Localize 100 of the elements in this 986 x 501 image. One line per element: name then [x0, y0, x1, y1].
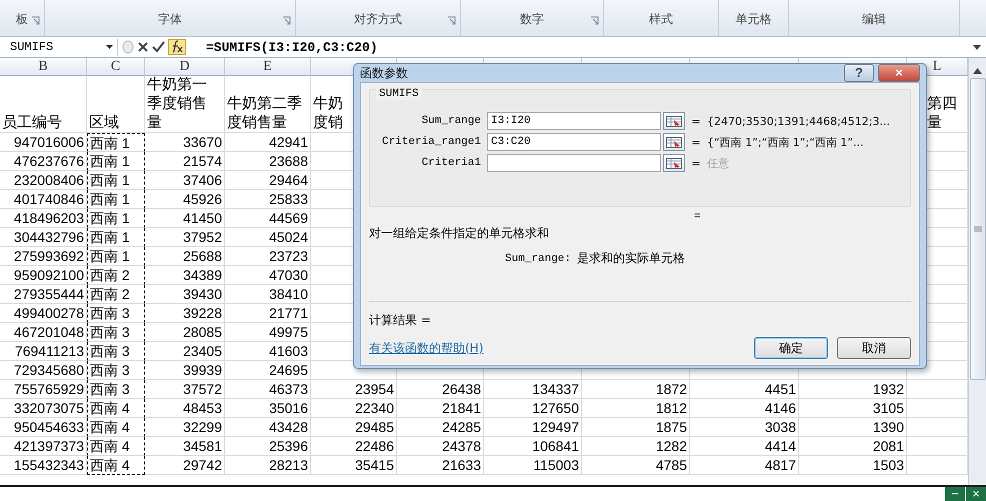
table-cell: 39430 [145, 285, 225, 304]
table-cell: 959092100 [0, 266, 87, 285]
argument-name: Sum_range: [505, 252, 572, 264]
dialog-launcher-icon[interactable] [31, 16, 40, 25]
table-cell: 332073075 [0, 399, 87, 418]
group-label: 数字 [520, 11, 544, 28]
table-cell: 西南 1 [87, 228, 145, 247]
argument-field[interactable]: C3:C20 [487, 133, 661, 151]
table-cell: 275993692 [0, 247, 87, 266]
table-cell: 134337 [484, 380, 582, 399]
table-cell: 37952 [145, 228, 225, 247]
close-button[interactable]: × [966, 487, 986, 501]
collapse-dialog-button[interactable] [663, 154, 685, 172]
table-cell: 115003 [484, 456, 582, 475]
argument-field[interactable] [487, 154, 661, 172]
table-cell: 西南 3 [87, 304, 145, 323]
table-cell: 49975 [225, 323, 311, 342]
dialog-launcher-icon[interactable] [590, 16, 599, 25]
equals-sign: = [690, 114, 702, 128]
dialog-launcher-icon[interactable] [447, 16, 456, 25]
table-cell: 401740846 [0, 190, 87, 209]
table-cell: 43428 [225, 418, 311, 437]
table-cell: 牛奶第二季 度销售量 [225, 76, 311, 133]
column-header[interactable]: B [0, 58, 87, 76]
scroll-thumb[interactable] [970, 78, 986, 380]
function-description: 对一组给定条件指定的单元格求和 [369, 225, 550, 242]
table-cell: 41603 [225, 342, 311, 361]
result-label: 计算结果 = [369, 312, 432, 329]
table-cell: 45926 [145, 190, 225, 209]
table-cell: 32299 [145, 418, 225, 437]
column-header[interactable]: D [145, 58, 225, 76]
table-cell: 西南 1 [87, 152, 145, 171]
column-header[interactable]: C [87, 58, 145, 76]
table-cell: 西南 3 [87, 323, 145, 342]
table-cell: 4817 [690, 456, 799, 475]
cancel-button[interactable]: 取消 [837, 337, 911, 359]
argument-result: {2470;3530;1391;4468;4512;3... [707, 114, 890, 128]
help-link[interactable]: 有关该函数的帮助(H) [369, 340, 484, 356]
name-box[interactable]: SUMIFS [0, 38, 118, 56]
table-cell: 21633 [397, 456, 484, 475]
table-cell: 24378 [397, 437, 484, 456]
table-cell: 西南 4 [87, 399, 145, 418]
table-cell: 西南 3 [87, 361, 145, 380]
vertical-scrollbar[interactable] [968, 58, 986, 485]
table-cell: 西南 4 [87, 418, 145, 437]
table-cell: 29464 [225, 171, 311, 190]
minimize-button[interactable]: − [945, 487, 965, 501]
insert-function-icon[interactable] [168, 39, 186, 55]
help-button[interactable]: ? [844, 64, 874, 82]
table-cell: 29485 [311, 418, 397, 437]
argument-label: Sum_range [420, 115, 482, 127]
table-cell: 34389 [145, 266, 225, 285]
table-cell: 769411213 [0, 342, 87, 361]
group-label: 编辑 [862, 11, 886, 28]
resize-handle-icon[interactable] [122, 40, 134, 54]
column-header[interactable]: E [225, 58, 311, 76]
cancel-icon[interactable] [137, 41, 149, 53]
table-cell: 418496203 [0, 209, 87, 228]
ok-button[interactable]: 确定 [754, 337, 828, 359]
expand-caret-icon[interactable] [973, 44, 981, 50]
table-cell: 24695 [225, 361, 311, 380]
formula-result: = [694, 211, 701, 223]
dropdown-caret-icon[interactable] [106, 45, 113, 49]
table-cell: 西南 2 [87, 266, 145, 285]
collapse-dialog-button[interactable] [663, 112, 685, 130]
table-cell: 44569 [225, 209, 311, 228]
formula-field[interactable]: =SUMIFS(I3:I20,C3:C20) [200, 40, 973, 54]
table-cell: 西南 1 [87, 209, 145, 228]
table-cell: 33670 [145, 133, 225, 152]
table-cell: 47030 [225, 266, 311, 285]
table-cell: 1503 [799, 456, 907, 475]
table-cell: 421397373 [0, 437, 87, 456]
table-cell: 499400278 [0, 304, 87, 323]
scroll-up-icon[interactable] [973, 68, 982, 74]
table-cell: 4414 [690, 437, 799, 456]
table-cell: 467201048 [0, 323, 87, 342]
argument-field[interactable]: I3:I20 [487, 112, 661, 130]
table-cell: 牛奶第一 季度销售 量 [145, 76, 225, 133]
argument-result: {“西南 1”;“西南 1”;“西南 1”... [707, 134, 864, 150]
table-cell: 23723 [225, 247, 311, 266]
table-cell: 西南 1 [87, 171, 145, 190]
table-cell: 西南 1 [87, 190, 145, 209]
collapse-dialog-button[interactable] [663, 133, 685, 151]
table-cell: 29742 [145, 456, 225, 475]
table-cell: 21771 [225, 304, 311, 323]
table-cell: 42941 [225, 133, 311, 152]
table-cell: 37406 [145, 171, 225, 190]
table-cell: 39228 [145, 304, 225, 323]
table-cell: 129497 [484, 418, 582, 437]
table-cell: 22340 [311, 399, 397, 418]
enter-check-icon[interactable] [152, 41, 165, 53]
table-cell: 39939 [145, 361, 225, 380]
table-cell: 西南 1 [87, 247, 145, 266]
group-label: 单元格 [736, 11, 772, 28]
table-cell: 304432796 [0, 228, 87, 247]
table-cell: 4146 [690, 399, 799, 418]
table-cell: 127650 [484, 399, 582, 418]
function-name: SUMIFS [376, 88, 422, 100]
dialog-launcher-icon[interactable] [282, 16, 291, 25]
group-label: 样式 [649, 11, 673, 28]
